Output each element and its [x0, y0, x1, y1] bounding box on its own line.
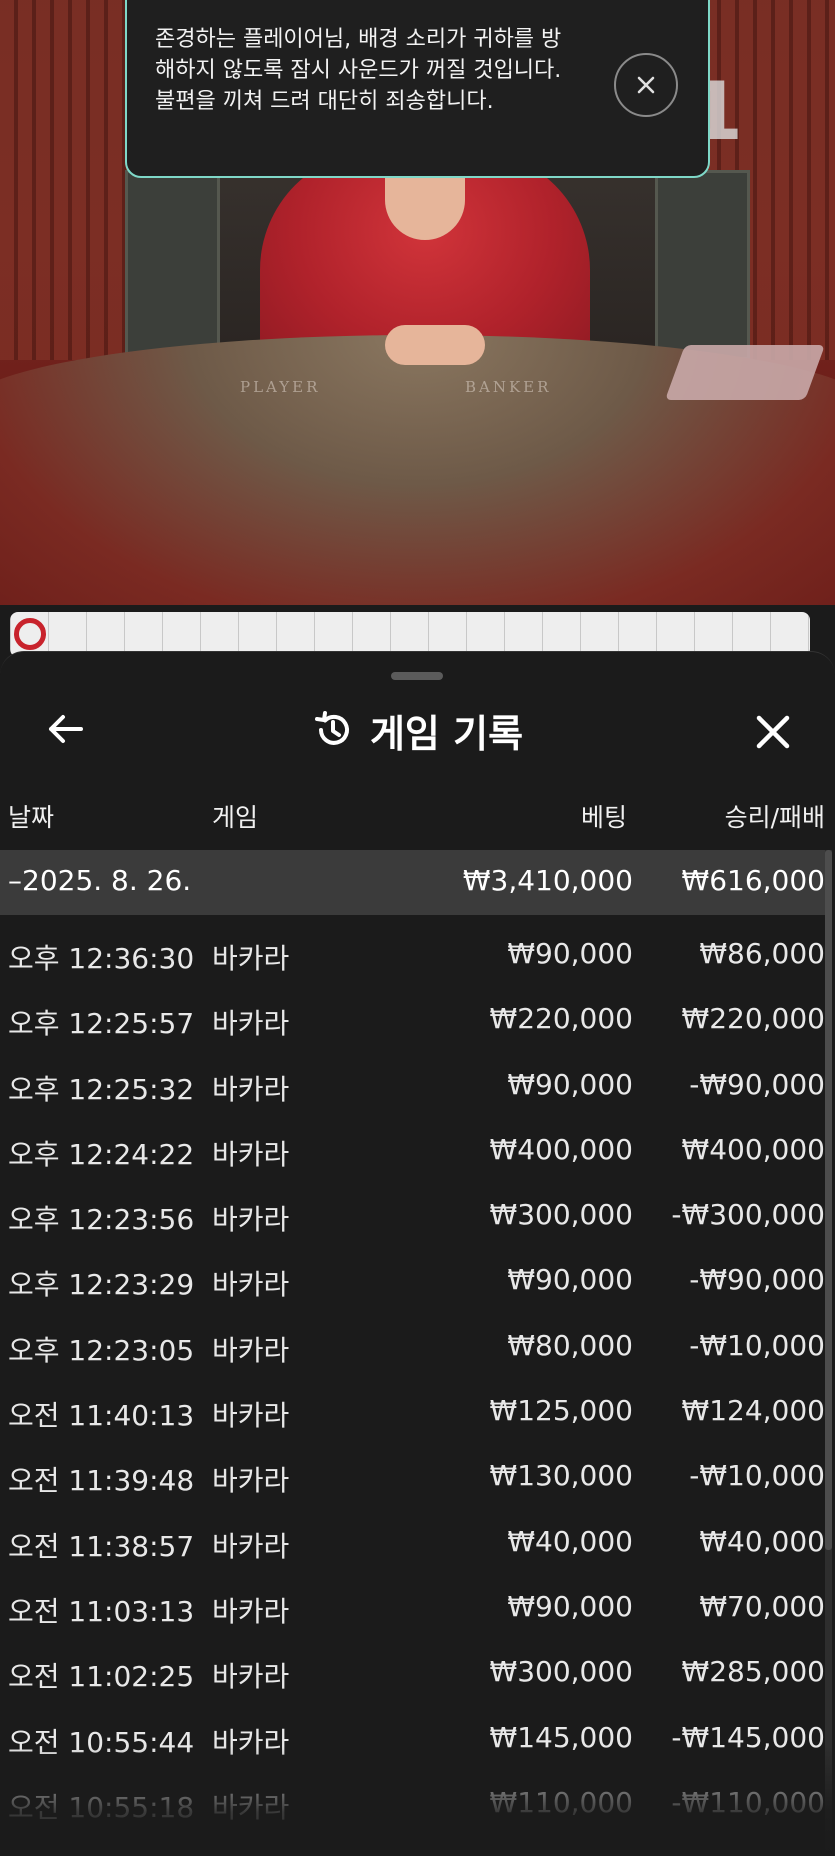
row-bet: ₩90,000	[507, 1263, 633, 1297]
row-win-loss: ₩70,000	[699, 1589, 825, 1623]
row-game: 바카라	[212, 942, 290, 975]
road-result-banker	[14, 618, 46, 650]
row-time: 오전 11:03:13	[8, 1594, 195, 1628]
sheet-drag-handle[interactable]	[391, 672, 443, 680]
sound-muted-toast: 존경하는 플레이어님, 배경 소리가 귀하를 방해하지 않도록 잠시 사운드가 …	[125, 0, 710, 178]
table-player-label: PLAYER	[240, 378, 321, 396]
card-shoe	[664, 345, 826, 400]
list-scrollbar[interactable]	[825, 850, 832, 1856]
row-win-loss: ₩40,000	[699, 1524, 825, 1558]
row-time: 오후 12:24:22	[8, 1137, 195, 1171]
row-game: 바카라	[212, 1203, 290, 1237]
table-row[interactable]: 오후 12:24:22 바카라 ₩400,000 ₩400,000	[0, 1116, 825, 1181]
row-game: 바카라	[212, 1464, 290, 1498]
row-win-loss: ₩124,000	[681, 1394, 825, 1428]
toast-message: 존경하는 플레이어님, 배경 소리가 귀하를 방해하지 않도록 잠시 사운드가 …	[155, 27, 562, 114]
row-win-loss: -₩145,000	[671, 1720, 825, 1754]
toast-close-button[interactable]	[614, 53, 678, 117]
row-game: 바카라	[212, 1594, 290, 1628]
table-row[interactable]: 오전 11:38:57 바카라 ₩40,000 ₩40,000	[0, 1508, 825, 1573]
row-win-loss: -₩90,000	[689, 1263, 825, 1297]
row-time: 오전 11:38:57	[8, 1529, 195, 1563]
row-bet: ₩90,000	[507, 937, 633, 970]
row-time: 오후 12:23:56	[8, 1203, 195, 1237]
row-time: 오전 10:55:18	[8, 1790, 195, 1824]
row-game: 바카라	[212, 1072, 290, 1106]
pillar-left	[125, 170, 220, 360]
row-bet: ₩220,000	[489, 1002, 633, 1036]
row-bet: ₩300,000	[489, 1198, 633, 1232]
row-win-loss: -₩10,000	[689, 1328, 825, 1362]
row-game: 바카라	[212, 1007, 290, 1041]
row-time: 오전 11:02:25	[8, 1660, 195, 1694]
row-game: 바카라	[212, 1660, 290, 1694]
table-row[interactable]: 오후 12:23:56 바카라 ₩300,000 -₩300,000	[0, 1181, 825, 1246]
column-header-date: 날짜	[8, 803, 55, 832]
summary-date: –2025. 8. 26.	[8, 864, 192, 897]
row-win-loss: ₩400,000	[681, 1132, 825, 1166]
row-game: 바카라	[212, 1529, 290, 1563]
close-button[interactable]	[745, 704, 801, 760]
dealer-hands	[385, 325, 485, 365]
column-header-win-loss: 승리/패배	[724, 803, 825, 832]
table-row[interactable]: 오후 12:25:32 바카라 ₩90,000 -₩90,000	[0, 1051, 825, 1116]
row-win-loss: ₩220,000	[681, 1002, 825, 1036]
table-row[interactable]: 오전 10:55:44 바카라 ₩145,000 -₩145,000	[0, 1704, 825, 1769]
game-history-sheet: 게임 기록 날짜 게임 베팅 승리/패배 –2025. 8. 26. ₩3,41…	[0, 651, 835, 1856]
row-bet: ₩125,000	[489, 1394, 633, 1428]
table-row[interactable]: 오전 11:02:25 바카라 ₩300,000 ₩285,000	[0, 1638, 825, 1703]
row-win-loss: ₩285,000	[681, 1655, 825, 1689]
table-row[interactable]: 오전 11:40:13 바카라 ₩125,000 ₩124,000	[0, 1377, 825, 1442]
row-bet: ₩80,000	[507, 1328, 633, 1362]
row-game: 바카라	[212, 1790, 290, 1824]
row-bet: ₩90,000	[507, 1067, 633, 1101]
history-list: 오후 12:36:30 바카라 ₩90,000 ₩86,000 오후 12:25…	[0, 920, 825, 1834]
column-header-game: 게임	[212, 803, 259, 832]
pillar-right	[655, 170, 750, 360]
table-row[interactable]: 오전 11:03:13 바카라 ₩90,000 ₩70,000	[0, 1573, 825, 1638]
row-bet: ₩400,000	[489, 1132, 633, 1166]
table-row[interactable]: 오전 11:39:48 바카라 ₩130,000 -₩10,000	[0, 1442, 825, 1507]
row-game: 바카라	[212, 1725, 290, 1759]
row-bet: ₩110,000	[489, 1785, 633, 1819]
row-game: 바카라	[212, 1268, 290, 1302]
row-game: 바카라	[212, 1399, 290, 1433]
sheet-header: 게임 기록	[0, 698, 835, 762]
row-time: 오전 11:40:13	[8, 1399, 195, 1433]
table-row[interactable]: 오후 12:23:05 바카라 ₩80,000 -₩10,000	[0, 1312, 825, 1377]
row-bet: ₩40,000	[507, 1524, 633, 1558]
scrollbar-thumb[interactable]	[825, 850, 832, 1550]
row-time: 오후 12:25:57	[8, 1007, 195, 1041]
row-bet: ₩130,000	[489, 1459, 633, 1493]
table-row[interactable]: 오후 12:25:57 바카라 ₩220,000 ₩220,000	[0, 985, 825, 1050]
row-win-loss: -₩110,000	[671, 1785, 825, 1819]
table-row[interactable]: 오후 12:23:29 바카라 ₩90,000 -₩90,000	[0, 1246, 825, 1311]
sheet-title: 게임 기록	[369, 711, 524, 756]
row-bet: ₩300,000	[489, 1655, 633, 1689]
row-time: 오후 12:23:05	[8, 1333, 195, 1367]
table-banker-label: BANKER	[465, 378, 552, 396]
date-summary-row[interactable]: –2025. 8. 26. ₩3,410,000 ₩616,000	[0, 850, 825, 915]
row-win-loss: ₩86,000	[699, 937, 825, 970]
close-icon	[637, 76, 655, 94]
row-time: 오후 12:25:32	[8, 1072, 195, 1106]
close-icon	[756, 715, 790, 749]
summary-bet: ₩3,410,000	[462, 864, 633, 897]
row-bet: ₩90,000	[507, 1589, 633, 1623]
history-icon	[314, 711, 349, 745]
row-time: 오전 10:55:44	[8, 1725, 195, 1759]
row-win-loss: -₩90,000	[689, 1067, 825, 1101]
table-row[interactable]: 오후 12:36:30 바카라 ₩90,000 ₩86,000	[0, 920, 825, 985]
summary-win-loss: ₩616,000	[681, 864, 825, 897]
row-game: 바카라	[212, 1137, 290, 1171]
row-game: 바카라	[212, 1333, 290, 1367]
table-row[interactable]: 오전 10:55:18 바카라 ₩110,000 -₩110,000	[0, 1769, 825, 1834]
row-bet: ₩145,000	[489, 1720, 633, 1754]
row-time: 오전 11:39:48	[8, 1464, 195, 1498]
row-win-loss: -₩10,000	[689, 1459, 825, 1493]
row-time: 오후 12:23:29	[8, 1268, 195, 1302]
row-time: 오후 12:36:30	[8, 942, 195, 975]
row-win-loss: -₩300,000	[671, 1198, 825, 1232]
column-header-bet: 베팅	[580, 803, 627, 832]
